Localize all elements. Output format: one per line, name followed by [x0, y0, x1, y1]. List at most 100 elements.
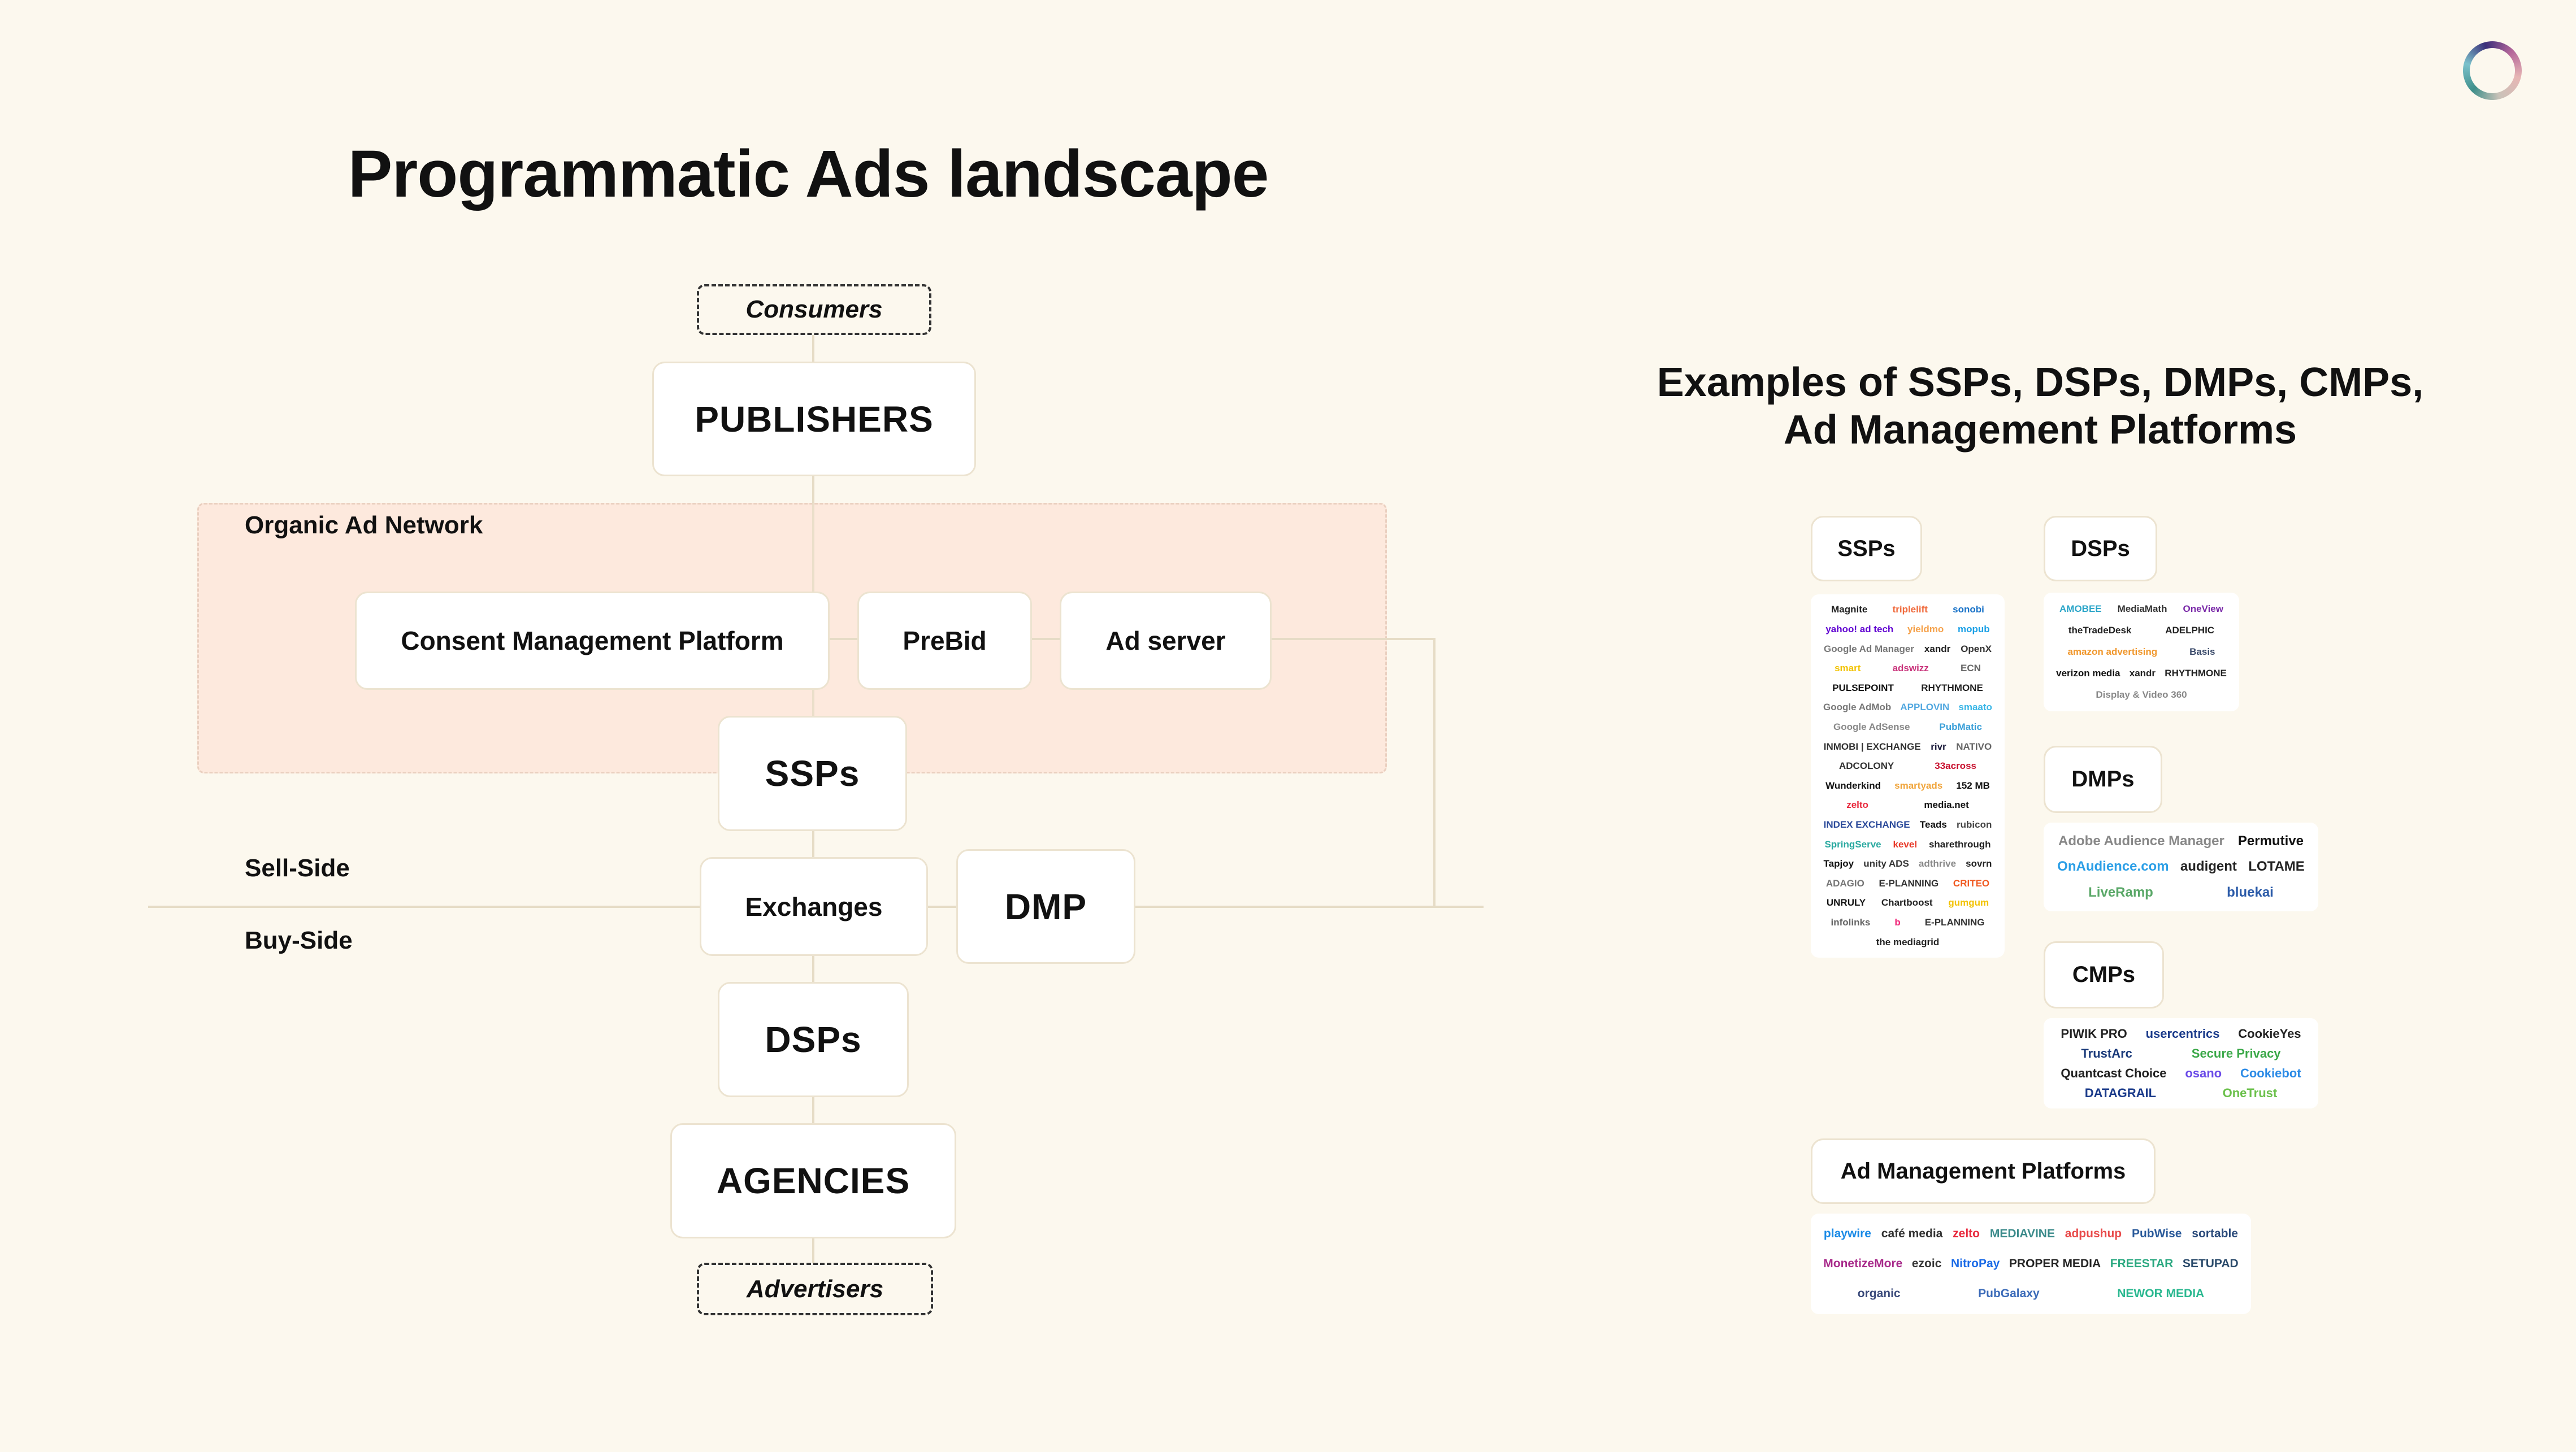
vendor-logo: MonetizeMore — [1823, 1257, 1903, 1270]
organic-ad-network-label: Organic Ad Network — [245, 511, 483, 539]
vendor-logo: smartyads — [1894, 780, 1943, 791]
vendor-logo: UNRULY — [1826, 897, 1866, 908]
vendor-logo: Cookiebot — [2240, 1066, 2301, 1080]
vendor-logo: smaato — [1958, 702, 1992, 713]
vendor-logo: ADELPHIC — [2165, 625, 2215, 636]
vendor-logo: CRITEO — [1953, 877, 1990, 889]
vendor-logo: PubGalaxy — [1978, 1286, 2040, 1300]
vendor-logo: audigent — [2180, 859, 2237, 875]
vendor-logo: sonobi — [1953, 604, 1984, 615]
cmp-node: Consent Management Platform — [355, 592, 830, 690]
vendor-logo: smart — [1835, 663, 1861, 674]
vendor-logo: 33across — [1935, 760, 1976, 772]
cmps-category-label: CMPs — [2044, 941, 2164, 1008]
vendor-logo: NEWOR MEDIA — [2117, 1286, 2205, 1300]
ssps-node: SSPs — [718, 716, 907, 831]
vendor-logo: infolinks — [1831, 917, 1871, 928]
vendor-logo: PULSEPOINT — [1832, 682, 1894, 693]
dmps-category-label: DMPs — [2044, 746, 2162, 813]
vendor-logo: unity ADS — [1863, 858, 1909, 870]
examples-heading-line1: Examples of SSPs, DSPs, DMPs, CMPs, — [1656, 360, 2424, 405]
vendor-logo: amazon advertising — [2067, 646, 2158, 657]
dmps-logo-grid: Adobe Audience Manager Permutive OnAudienc… — [2044, 823, 2318, 911]
vendor-logo: PIWIK PRO — [2061, 1026, 2127, 1041]
vendor-logo: MEDIAVINE — [1989, 1227, 2055, 1241]
cmps-logo-grid: PIWIK PRO usercentrics CookieYes TrustArc Se… — [2044, 1018, 2318, 1108]
vendor-logo: usercentrics — [2145, 1026, 2220, 1041]
vendor-logo: Wunderkind — [1825, 780, 1881, 791]
dsps-category-label: DSPs — [2044, 516, 2157, 581]
vendor-logo: Tapjoy — [1823, 858, 1854, 870]
buy-side-label: Buy-Side — [245, 927, 353, 954]
vendor-logo: sovrn — [1966, 858, 1992, 870]
vendor-logo: yahoo! ad tech — [1825, 623, 1894, 634]
vendor-logo: TrustArc — [2081, 1046, 2132, 1060]
vendor-logo: Chartboost — [1881, 897, 1933, 908]
vendor-logo: PubMatic — [1939, 721, 1982, 732]
vendor-logo: the mediagrid — [1876, 936, 1940, 947]
vendor-logo: rubicon — [1957, 819, 1992, 830]
vendor-logo: 152 MB — [1956, 780, 1990, 791]
vendor-logo: ECN — [1960, 663, 1981, 674]
vendor-logo: Magnite — [1831, 604, 1868, 615]
vendor-logo: adthrive — [1918, 858, 1957, 870]
dsps-logo-grid: AMOBEE MediaMath OneView theTradeDesk ADELPH… — [2044, 593, 2239, 711]
vendor-logo: Basis — [2189, 646, 2215, 657]
vendor-logo: theTradeDesk — [2068, 625, 2132, 636]
vendor-logo: MediaMath — [2117, 603, 2167, 614]
vendor-logo: PubWise — [2131, 1227, 2182, 1241]
prebid-node: PreBid — [857, 592, 1032, 690]
vendor-logo: Google AdSense — [1833, 721, 1910, 732]
vendor-logo: mopub — [1957, 623, 1990, 634]
vendor-logo: ADAGIO — [1825, 877, 1864, 889]
vendor-logo: organic — [1857, 1286, 1901, 1300]
vendor-logo: Adobe Audience Manager — [2058, 833, 2224, 849]
vendor-logo: ADCOLONY — [1838, 760, 1894, 772]
vendor-logo: playwire — [1823, 1227, 1871, 1241]
vendor-logo: SETUPAD — [2182, 1257, 2239, 1270]
vendor-logo: APPLOVIN — [1900, 702, 1950, 713]
vendor-logo: NATIVO — [1956, 741, 1992, 752]
vendor-logo: sortable — [2192, 1227, 2238, 1241]
vendor-logo: verizon media — [2056, 668, 2120, 679]
agencies-node: AGENCIES — [670, 1123, 956, 1238]
vendor-logo: INDEX EXCHANGE — [1823, 819, 1910, 830]
vendor-logo: bluekai — [2227, 885, 2274, 901]
publishers-node: PUBLISHERS — [652, 362, 976, 476]
vendor-logo: b — [1894, 917, 1901, 928]
vendor-logo: kevel — [1893, 838, 1918, 850]
vendor-logo: Secure Privacy — [2191, 1046, 2281, 1060]
vendor-logo: osano — [2185, 1066, 2222, 1080]
vendor-logo: OnAudience.com — [2057, 859, 2169, 875]
ad-management-logo-grid: playwire café media zelto MEDIAVINE adpushup… — [1811, 1214, 2251, 1314]
vendor-logo: café media — [1881, 1227, 1943, 1241]
vendor-logo: OneView — [2183, 603, 2223, 614]
vendor-logo: OpenX — [1961, 643, 1992, 654]
vendor-logo: FREESTAR — [2110, 1257, 2174, 1270]
vendor-logo: INMOBI | EXCHANGE — [1823, 741, 1921, 752]
vendor-logo: yieldmo — [1907, 623, 1944, 634]
vendor-logo: OneTrust — [2222, 1085, 2278, 1100]
vendor-logo: SpringServe — [1824, 838, 1881, 850]
vendor-logo: NitroPay — [1950, 1257, 2000, 1270]
vendor-logo: zelto — [1846, 799, 1868, 811]
vendor-logo: LiveRamp — [2088, 885, 2153, 901]
sell-side-label: Sell-Side — [245, 854, 350, 882]
vendor-logo: zelto — [1953, 1227, 1980, 1241]
vendor-logo: gumgum — [1948, 897, 1989, 908]
ad-server-dmp-connector — [1433, 638, 1436, 907]
examples-heading-line2: Ad Management Platforms — [1783, 407, 2297, 453]
vendor-logo: PROPER MEDIA — [2009, 1257, 2101, 1270]
vendor-logo: rivr — [1931, 741, 1946, 752]
vendor-logo: ezoic — [1911, 1257, 1942, 1270]
dmp-node: DMP — [956, 849, 1135, 964]
page-title: Programmatic Ads landscape — [348, 137, 1269, 211]
vendor-logo: LOTAME — [2248, 859, 2305, 875]
vendor-logo: E-PLANNING — [1879, 877, 1939, 889]
vendor-logo: RHYTHMONE — [2165, 668, 2227, 679]
vendor-logo: Google AdMob — [1823, 702, 1892, 713]
vendor-logo: sharethrough — [1928, 838, 1991, 850]
vendor-logo: Google Ad Manager — [1823, 643, 1914, 654]
dsps-node: DSPs — [718, 982, 909, 1097]
ad-server-node: Ad server — [1060, 592, 1272, 690]
